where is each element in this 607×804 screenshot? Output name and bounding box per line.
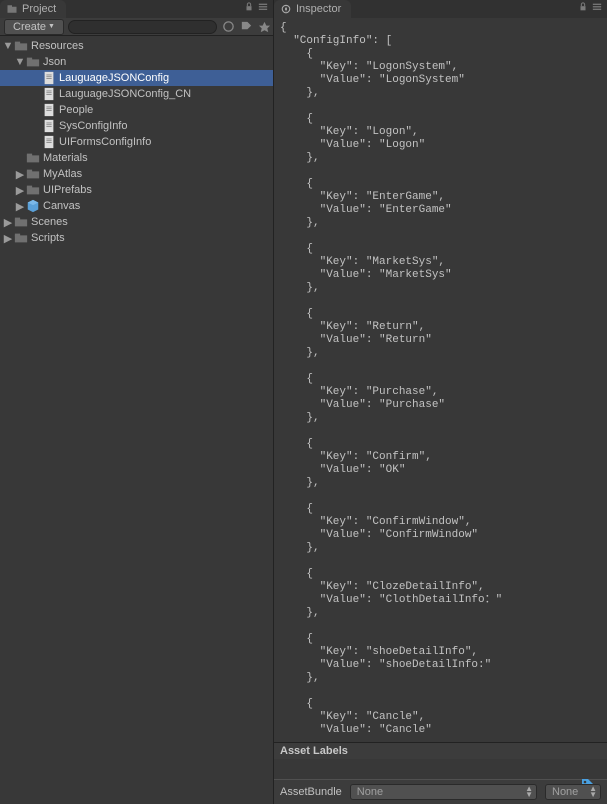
tree-label: LauguageJSONConfig_CN	[59, 88, 191, 100]
folder-icon	[26, 55, 40, 69]
text-asset-icon	[42, 71, 56, 85]
search-input[interactable]	[68, 20, 217, 34]
text-asset-icon	[42, 103, 56, 117]
dropdown-arrows-icon: ▲▼	[525, 786, 533, 798]
project-tab-label: Project	[22, 3, 56, 15]
foldout-icon[interactable]: ▼	[14, 56, 26, 68]
tree-item-scripts[interactable]: ▶ Scripts	[0, 230, 273, 246]
asset-bundle-name-dropdown[interactable]: None ▲▼	[350, 784, 537, 800]
tree-label: UIPrefabs	[43, 184, 92, 196]
inspector-tab-label: Inspector	[296, 3, 341, 15]
folder-icon	[14, 215, 28, 229]
tree-item-people[interactable]: People	[0, 102, 273, 118]
asset-labels-header: Asset Labels	[274, 742, 607, 759]
asset-bundle-variant-dropdown[interactable]: None ▲▼	[545, 784, 601, 800]
tree-label: Canvas	[43, 200, 80, 212]
filter-by-type-icon[interactable]	[221, 20, 237, 34]
inspector-tab-menu	[578, 2, 603, 13]
text-asset-icon	[42, 119, 56, 133]
foldout-icon[interactable]: ▶	[14, 168, 26, 180]
tree-item-sysconfig[interactable]: SysConfigInfo	[0, 118, 273, 134]
asset-labels-strip	[274, 759, 607, 779]
tree-item-canvas[interactable]: ▶ Canvas	[0, 198, 273, 214]
tree-label: MyAtlas	[43, 168, 82, 180]
asset-bundle-row: AssetBundle None ▲▼ None ▲▼	[274, 779, 607, 804]
foldout-icon[interactable]: ▼	[2, 40, 14, 52]
folder-icon	[26, 167, 40, 181]
prefab-icon	[26, 199, 40, 213]
tree-label: Scripts	[31, 232, 65, 244]
folder-icon	[26, 151, 40, 165]
tree-label: People	[59, 104, 93, 116]
lock-icon[interactable]	[244, 2, 255, 13]
tree-item-json[interactable]: ▼ Json	[0, 54, 273, 70]
inspector-panel: i Inspector { "ConfigInfo": [ { "Key": "…	[274, 0, 607, 804]
tree-label: LauguageJSONConfig	[59, 72, 169, 84]
tree-label: UIFormsConfigInfo	[59, 136, 151, 148]
inspector-tab[interactable]: i Inspector	[274, 0, 351, 18]
tree-item-lauguage[interactable]: LauguageJSONConfig	[0, 70, 273, 86]
dropdown-arrow-icon: ▼	[48, 23, 55, 30]
project-tab[interactable]: Project	[0, 0, 66, 18]
foldout-icon[interactable]: ▶	[14, 200, 26, 212]
tree-label: SysConfigInfo	[59, 120, 127, 132]
tree-item-myatlas[interactable]: ▶ MyAtlas	[0, 166, 273, 182]
tree-item-materials[interactable]: Materials	[0, 150, 273, 166]
dropdown-arrows-icon: ▲▼	[589, 786, 597, 798]
text-asset-icon	[42, 135, 56, 149]
inspector-icon: i	[280, 3, 292, 15]
foldout-icon[interactable]: ▶	[2, 216, 14, 228]
project-tab-menu	[244, 2, 269, 13]
folder-icon	[14, 231, 28, 245]
tree-label: Resources	[31, 40, 84, 52]
project-tab-bar: Project	[0, 0, 273, 18]
create-label: Create	[13, 21, 46, 33]
lock-icon[interactable]	[578, 2, 589, 13]
asset-labels-title: Asset Labels	[280, 745, 348, 757]
svg-text:i: i	[285, 4, 287, 13]
filter-by-label-icon[interactable]	[239, 20, 255, 34]
text-asset-icon	[42, 87, 56, 101]
tree-label: Materials	[43, 152, 88, 164]
foldout-spacer	[14, 152, 26, 164]
tree-item-uiprefabs[interactable]: ▶ UIPrefabs	[0, 182, 273, 198]
asset-bundle-label: AssetBundle	[280, 786, 342, 798]
foldout-icon[interactable]: ▶	[2, 232, 14, 244]
dropdown-value: None	[552, 786, 578, 798]
tree-item-uiforms[interactable]: UIFormsConfigInfo	[0, 134, 273, 150]
tree-label: Json	[43, 56, 66, 68]
tree-item-resources[interactable]: ▼ Resources	[0, 38, 273, 54]
project-icon	[6, 3, 18, 15]
folder-icon	[14, 39, 28, 53]
tree-label: Scenes	[31, 216, 68, 228]
folder-icon	[26, 183, 40, 197]
panel-menu-icon[interactable]	[592, 2, 603, 13]
save-search-icon[interactable]	[257, 20, 273, 34]
tree-item-scenes[interactable]: ▶ Scenes	[0, 214, 273, 230]
tree-item-lauguage-cn[interactable]: LauguageJSONConfig_CN	[0, 86, 273, 102]
inspector-tab-bar: i Inspector	[274, 0, 607, 18]
project-panel: Project Create ▼ ▼ Resources	[0, 0, 274, 804]
dropdown-value: None	[357, 786, 383, 798]
panel-menu-icon[interactable]	[258, 2, 269, 13]
project-tree[interactable]: ▼ Resources ▼ Json LauguageJSONConfig La…	[0, 36, 273, 804]
inspector-content: { "ConfigInfo": [ { "Key": "LogonSystem"…	[274, 18, 607, 742]
create-button[interactable]: Create ▼	[4, 19, 64, 35]
foldout-icon[interactable]: ▶	[14, 184, 26, 196]
project-toolbar: Create ▼	[0, 18, 273, 36]
